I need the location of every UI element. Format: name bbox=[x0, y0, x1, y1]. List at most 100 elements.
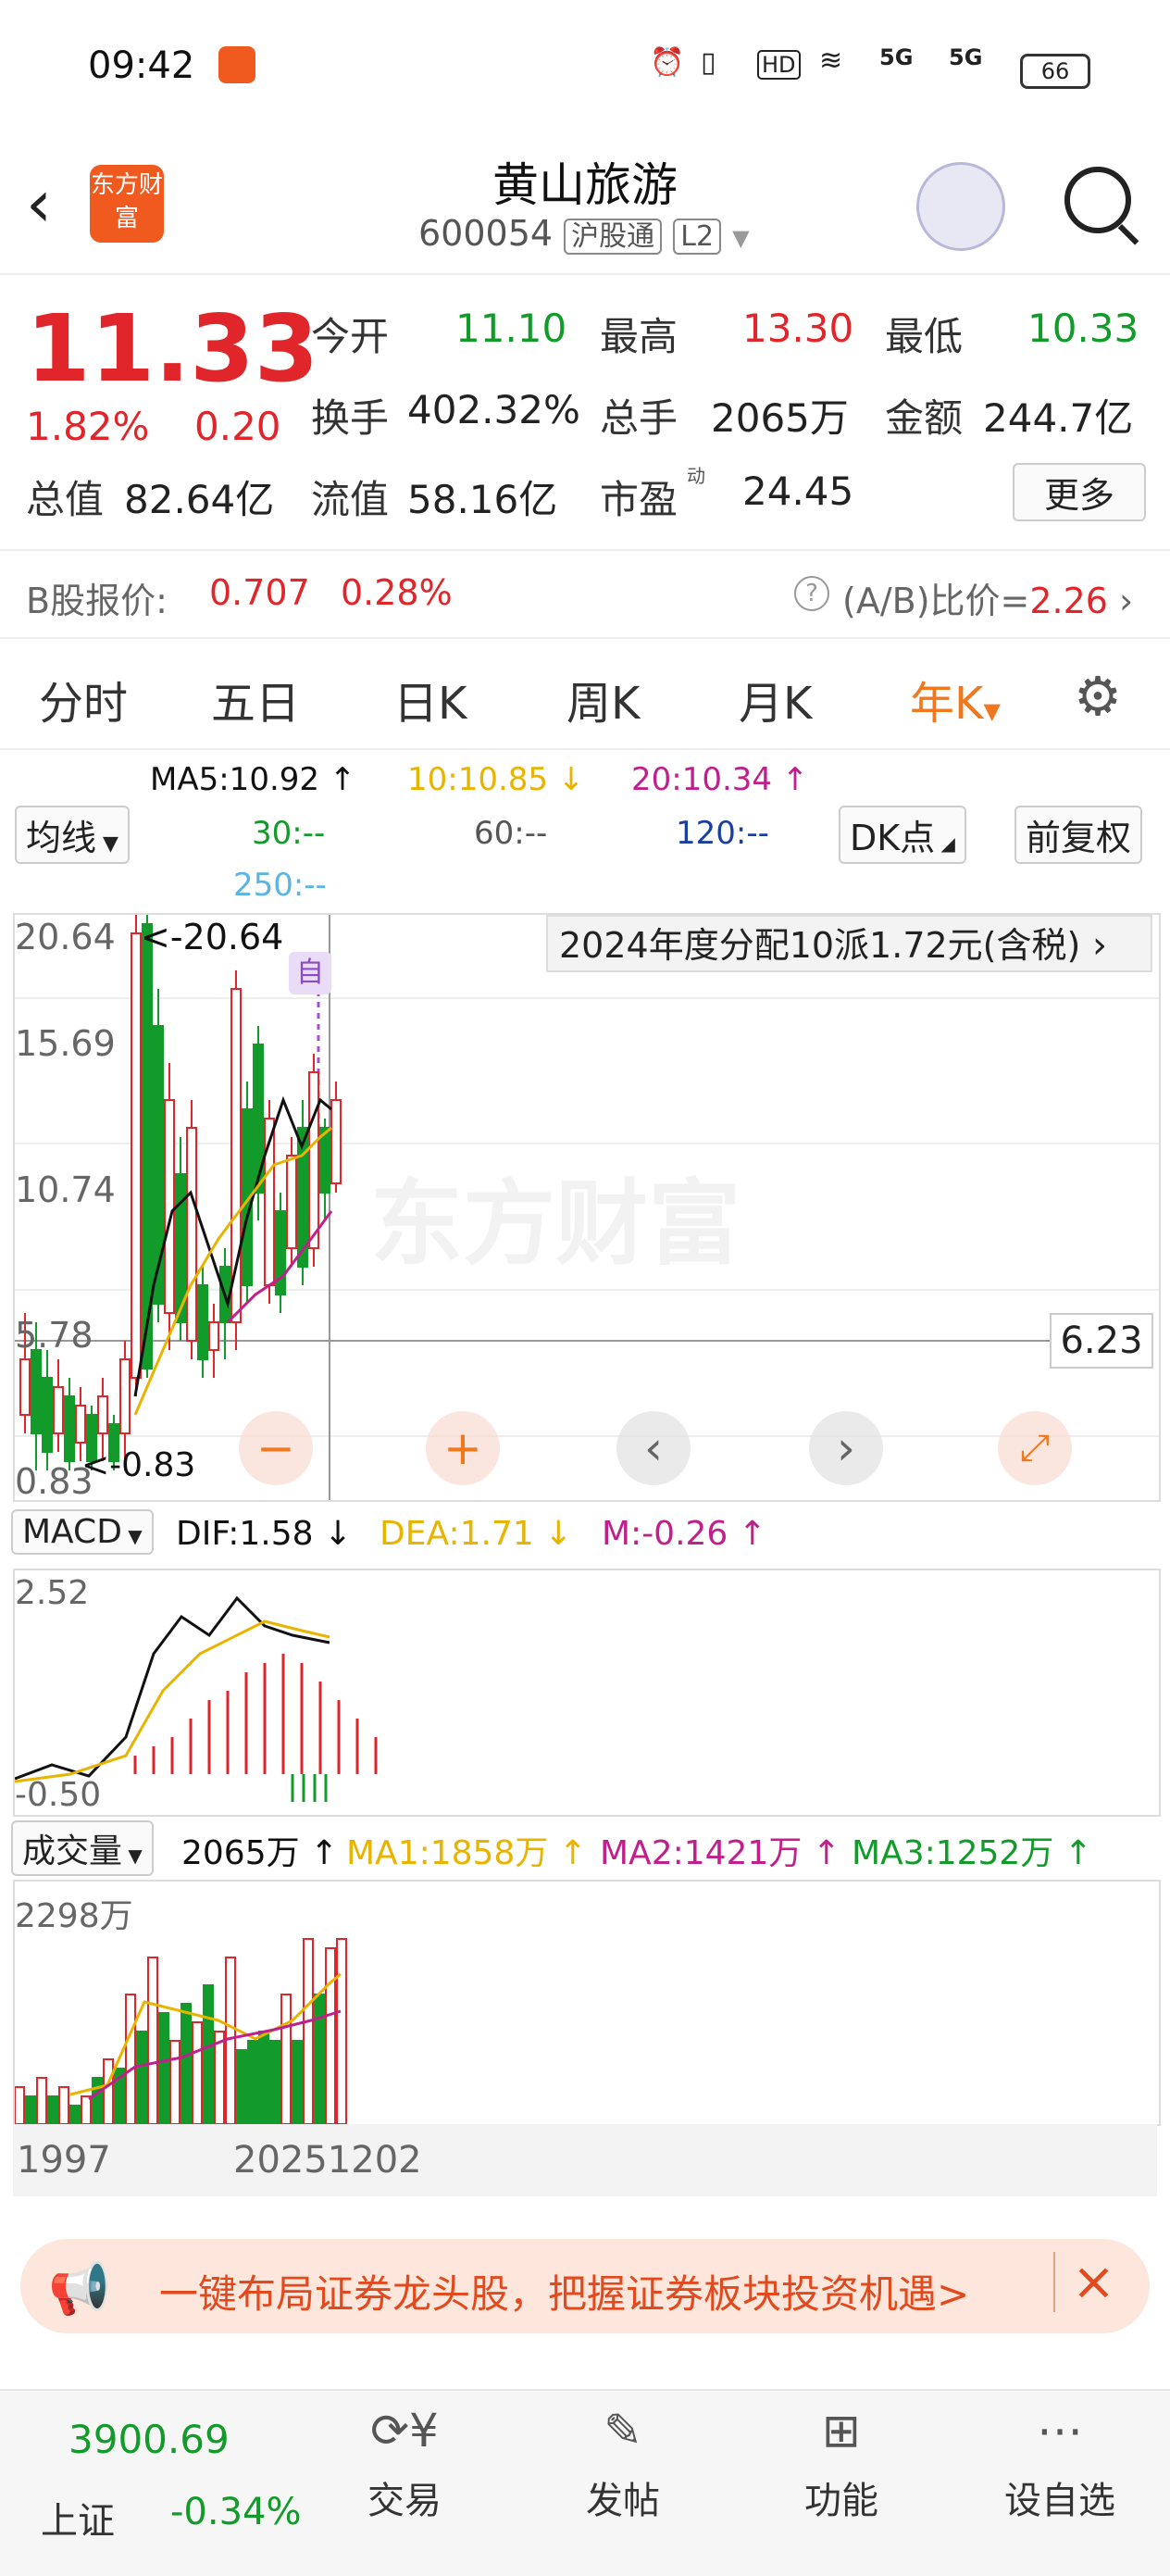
float-cap-value: 58.16亿 bbox=[407, 477, 558, 522]
volume-bar bbox=[325, 1947, 336, 2124]
dif-text: DIF:1.58 bbox=[176, 1515, 314, 1553]
volume-bar bbox=[180, 2003, 192, 2124]
tab-daily-k[interactable]: 日K bbox=[393, 667, 467, 732]
dea-text: DEA:1.71 bbox=[380, 1515, 534, 1553]
volume-value: 2065万 bbox=[711, 395, 849, 441]
market-cap-label: 总值 bbox=[26, 477, 105, 522]
tab-five-day[interactable]: 五日 bbox=[211, 667, 300, 732]
ab-ratio-value: 2.26 bbox=[1029, 581, 1108, 621]
bshare-price: 0.707 bbox=[209, 572, 310, 613]
macd-select[interactable]: MACD ▼ bbox=[11, 1509, 154, 1555]
open-label: 今开 bbox=[311, 314, 390, 359]
dividend-notice[interactable]: 2024年度分配10派1.72元(含税) › bbox=[546, 915, 1152, 972]
help-icon[interactable]: ? bbox=[794, 576, 829, 611]
volume-bar bbox=[169, 2040, 180, 2124]
volume-bar bbox=[314, 1994, 325, 2124]
corner-icon: ◢ bbox=[935, 832, 955, 855]
candle-body bbox=[42, 1377, 53, 1453]
tab-yearly-k[interactable]: 年K▼ bbox=[910, 667, 1001, 732]
adjust-rights-button[interactable]: 前复权 bbox=[1014, 806, 1143, 864]
ma-mode-select[interactable]: 均线 ▼ bbox=[15, 806, 130, 864]
chevron-right-icon: › bbox=[1107, 581, 1134, 621]
more-button[interactable]: 更多 bbox=[1013, 463, 1146, 521]
zoom-out-button[interactable]: − bbox=[239, 1411, 313, 1485]
candle-body bbox=[64, 1395, 75, 1462]
signal-icon-2: 5G bbox=[949, 44, 983, 70]
float-cap-label: 流值 bbox=[311, 477, 390, 522]
ma5-text: MA5:10.92 bbox=[150, 761, 320, 798]
divider bbox=[0, 748, 1170, 750]
macd-y-top: 2.52 bbox=[15, 1574, 90, 1612]
volume-ma2: MA2:1421万 ↑ bbox=[600, 1834, 840, 1872]
zoom-in-button[interactable]: + bbox=[426, 1411, 500, 1485]
volume-bar bbox=[81, 2095, 92, 2124]
nav-post[interactable]: ✎ 发帖 bbox=[554, 2404, 692, 2524]
volume-svg bbox=[15, 1938, 347, 2124]
macd-chart[interactable] bbox=[13, 1569, 1161, 1817]
low-label: 最低 bbox=[885, 314, 964, 359]
stock-code: 600054 bbox=[418, 213, 554, 254]
volume-bar bbox=[236, 2049, 247, 2124]
candle-body bbox=[275, 1210, 286, 1295]
dk-point-button[interactable]: DK点 ◢ bbox=[839, 806, 966, 864]
banner-close-icon[interactable]: × bbox=[1053, 2252, 1115, 2312]
macd-mode-label: MACD bbox=[22, 1513, 122, 1551]
signal-icon-1: 5G bbox=[879, 44, 914, 70]
ma60-value: 60:-- bbox=[474, 815, 548, 852]
candle-body bbox=[330, 1099, 342, 1184]
tab-intraday[interactable]: 分时 bbox=[39, 667, 128, 732]
volume-select[interactable]: 成交量 ▼ bbox=[11, 1820, 154, 1876]
volume-ma3: MA3:1252万 ↑ bbox=[852, 1834, 1092, 1872]
ma2-text: MA2:1421万 bbox=[600, 1834, 803, 1872]
volume-bar bbox=[303, 1938, 314, 2124]
macd-svg bbox=[15, 1595, 378, 1802]
ma-mode-label: 均线 bbox=[26, 818, 97, 858]
dividend-text: 2024年度分配10派1.72元(含税) bbox=[559, 925, 1081, 966]
status-bar: 09:42 ⏰ ▯ HD ≋ 5G 5G 66 bbox=[0, 0, 1170, 139]
tab-monthly-k[interactable]: 月K bbox=[739, 667, 812, 732]
change-pct: 1.82% bbox=[26, 404, 150, 449]
ma20-value: 20:10.34 ↑ bbox=[631, 761, 809, 798]
nav-functions[interactable]: ⊞ 功能 bbox=[772, 2404, 911, 2524]
stock-code-row[interactable]: 600054 沪股通 L2 ▼ bbox=[418, 213, 750, 255]
macd-y-bottom: -0.50 bbox=[15, 1776, 102, 1814]
ma30-value: 30:-- bbox=[252, 815, 326, 852]
chevron-right-icon: › bbox=[1080, 924, 1108, 967]
ab-ratio-row[interactable]: (A/B)比价=2.26 › bbox=[842, 572, 1133, 623]
volume-chart[interactable] bbox=[13, 1880, 1161, 2126]
robot-assistant-icon[interactable] bbox=[916, 162, 1005, 251]
change-amount: 0.20 bbox=[194, 404, 281, 449]
nav-watchlist-label: 设自选 bbox=[1004, 2480, 1115, 2522]
ma1-text: MA1:1858万 bbox=[346, 1834, 549, 1872]
macd-m: M:-0.26 ↑ bbox=[602, 1515, 766, 1553]
ab-ratio-label: (A/B)比价= bbox=[842, 581, 1030, 621]
cursor-price-label: 6.23 bbox=[1050, 1313, 1153, 1369]
nav-watchlist[interactable]: ⋯ 设自选 bbox=[990, 2404, 1129, 2524]
m-text: M:-0.26 bbox=[602, 1515, 728, 1553]
alarm-icon: ⏰ bbox=[650, 46, 685, 79]
app-notification-icon bbox=[218, 46, 255, 83]
kline-y-label-4: 5.78 bbox=[15, 1315, 93, 1356]
dropdown-icon: ▼ bbox=[121, 1525, 143, 1547]
settings-gear-icon[interactable]: ⚙ bbox=[1074, 665, 1122, 728]
x-axis-start: 1997 bbox=[17, 2139, 111, 2182]
ma3-text: MA3:1252万 bbox=[852, 1834, 1054, 1872]
dropdown-icon: ▼ bbox=[732, 225, 750, 251]
scroll-right-button[interactable]: › bbox=[809, 1411, 883, 1485]
ma10-value: 10:10.85 ↓ bbox=[407, 761, 585, 798]
divider bbox=[0, 549, 1170, 551]
wifi-icon: ≋ bbox=[819, 44, 843, 77]
volume-bar bbox=[214, 2031, 225, 2124]
amount-value: 244.7亿 bbox=[983, 395, 1134, 441]
volume-bar bbox=[247, 2040, 258, 2124]
dropdown-icon: ▼ bbox=[96, 832, 118, 856]
scroll-left-button[interactable]: ‹ bbox=[616, 1411, 691, 1485]
index-ticker[interactable]: 3900.69 上证 -0.34% bbox=[41, 2417, 318, 2556]
banner-text[interactable]: 一键布局证券龙头股，把握证券板块投资机遇> bbox=[159, 2263, 1035, 2320]
status-time: 09:42 bbox=[88, 44, 195, 87]
ma250-value: 250:-- bbox=[233, 867, 327, 904]
nav-trade[interactable]: ⟳¥ 交易 bbox=[335, 2404, 474, 2524]
candle-body bbox=[75, 1405, 86, 1444]
fullscreen-button[interactable]: ⤢ bbox=[998, 1411, 1072, 1485]
tab-weekly-k[interactable]: 周K bbox=[566, 667, 640, 732]
